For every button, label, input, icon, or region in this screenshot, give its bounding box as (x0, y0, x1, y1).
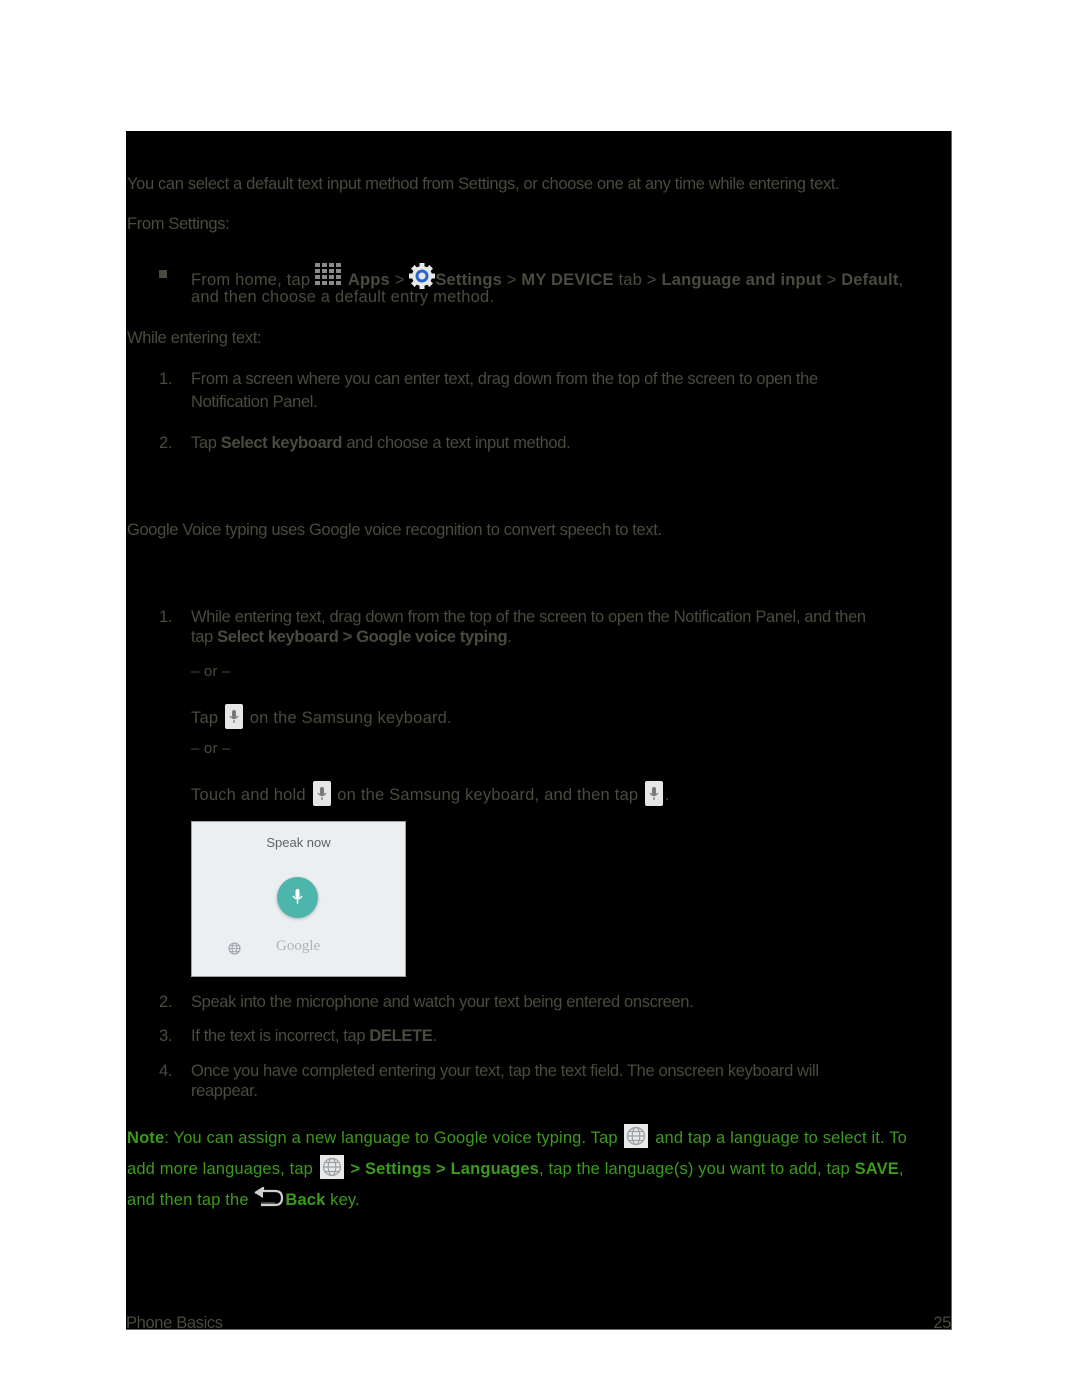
note-line-2: add more languages, tap > Settings > Lan… (127, 1155, 904, 1179)
text: . (507, 628, 512, 646)
save-label: SAVE (854, 1160, 899, 1178)
footer-section: Phone Basics (126, 1314, 223, 1332)
back-key-icon (253, 1186, 285, 1214)
globe-icon (624, 1124, 649, 1148)
from-settings-heading: From Settings: (127, 215, 230, 233)
step-number: 2. (159, 434, 173, 452)
page-number: 25 (933, 1314, 951, 1332)
microphone-icon (292, 889, 303, 904)
step-text-cont: Notification Panel. (191, 393, 318, 411)
settings-instruction-cont: and then choose a default entry method. (191, 288, 495, 306)
voice-intro-text: Google Voice typing uses Google voice re… (127, 521, 662, 539)
note-line-3: and then tap the Back key. (127, 1186, 360, 1214)
step-number: 1. (159, 608, 173, 626)
text: key. (325, 1191, 360, 1209)
note-label: Note (127, 1129, 165, 1147)
default-label: Default (841, 271, 899, 289)
text: . (432, 1027, 437, 1045)
text: , (898, 1160, 904, 1178)
separator: > (821, 271, 842, 289)
settings-label: Settings (365, 1160, 432, 1178)
text: add more languages, tap (127, 1160, 318, 1178)
text: Touch and hold (191, 786, 311, 804)
step-text: While entering text, drag down from the … (191, 608, 866, 626)
step-text: Speak into the microphone and watch your… (191, 993, 694, 1011)
tap-mic-instruction: Tap on the Samsung keyboard. (191, 704, 452, 729)
text: on the Samsung keyboard. (245, 709, 452, 727)
my-device-label: MY DEVICE (521, 271, 614, 289)
languages-label: Languages (450, 1160, 540, 1178)
step-text: From a screen where you can enter text, … (191, 370, 818, 388)
step-text-cont: reappear. (191, 1082, 258, 1100)
mic-icon (645, 781, 664, 806)
keyboard-mic-key-icon (312, 781, 331, 806)
separator: > (338, 628, 357, 646)
speak-now-title: Speak now (266, 835, 331, 850)
text: , tap the language(s) you want to add, t… (539, 1160, 855, 1178)
separator: > (431, 1160, 451, 1178)
while-entering-heading: While entering text: (127, 329, 262, 347)
text: Tap (191, 434, 221, 452)
note-line-1: Note: You can assign a new language to G… (127, 1124, 907, 1148)
speak-now-screenshot: Speak now Google (191, 821, 406, 977)
separator: > (502, 271, 522, 289)
or-divider: – or – (191, 740, 231, 757)
step-text: If the text is incorrect, tap DELETE. (191, 1026, 437, 1046)
text: and choose a text input method. (342, 434, 571, 452)
google-voice-typing-label: Google voice typing (356, 628, 508, 646)
globe-icon (319, 1155, 344, 1179)
text: and then tap the (127, 1191, 254, 1209)
manual-page: You can select a default text input meth… (126, 131, 952, 1332)
hold-mic-instruction: Touch and hold on the Samsung keyboard, … (191, 781, 670, 806)
step-text: Once you have completed entering your te… (191, 1062, 819, 1080)
step-text: Tap Select keyboard and choose a text in… (191, 433, 571, 453)
intro-text: You can select a default text input meth… (127, 175, 840, 193)
or-divider: – or – (191, 663, 231, 680)
delete-label: DELETE (369, 1027, 433, 1045)
text: and tap a language to select it. To (650, 1129, 907, 1147)
select-keyboard-label: Select keyboard (220, 434, 343, 452)
globe-icon[interactable] (228, 942, 241, 960)
text: : You can assign a new language to Googl… (164, 1129, 623, 1147)
back-label: Back (285, 1191, 326, 1209)
text: Tap (191, 709, 223, 727)
mic-button[interactable] (277, 877, 318, 918)
step-number: 4. (159, 1062, 173, 1080)
separator: > (345, 1160, 365, 1178)
text: tap (191, 628, 218, 646)
language-input-label: Language and input (661, 271, 822, 289)
step-number: 3. (159, 1027, 173, 1045)
google-logo: Google (276, 938, 321, 954)
text: , (898, 271, 904, 289)
step-number: 2. (159, 993, 173, 1011)
step-number: 1. (159, 370, 173, 388)
text: tab > (613, 271, 662, 289)
step-text-cont: tap Select keyboard > Google voice typin… (191, 627, 512, 647)
bullet-marker (159, 270, 167, 278)
select-keyboard-label: Select keyboard (217, 628, 339, 646)
text: If the text is incorrect, tap (191, 1027, 370, 1045)
text: on the Samsung keyboard, and then tap (332, 786, 644, 804)
text: . (665, 786, 670, 804)
keyboard-mic-key-icon (225, 704, 243, 729)
